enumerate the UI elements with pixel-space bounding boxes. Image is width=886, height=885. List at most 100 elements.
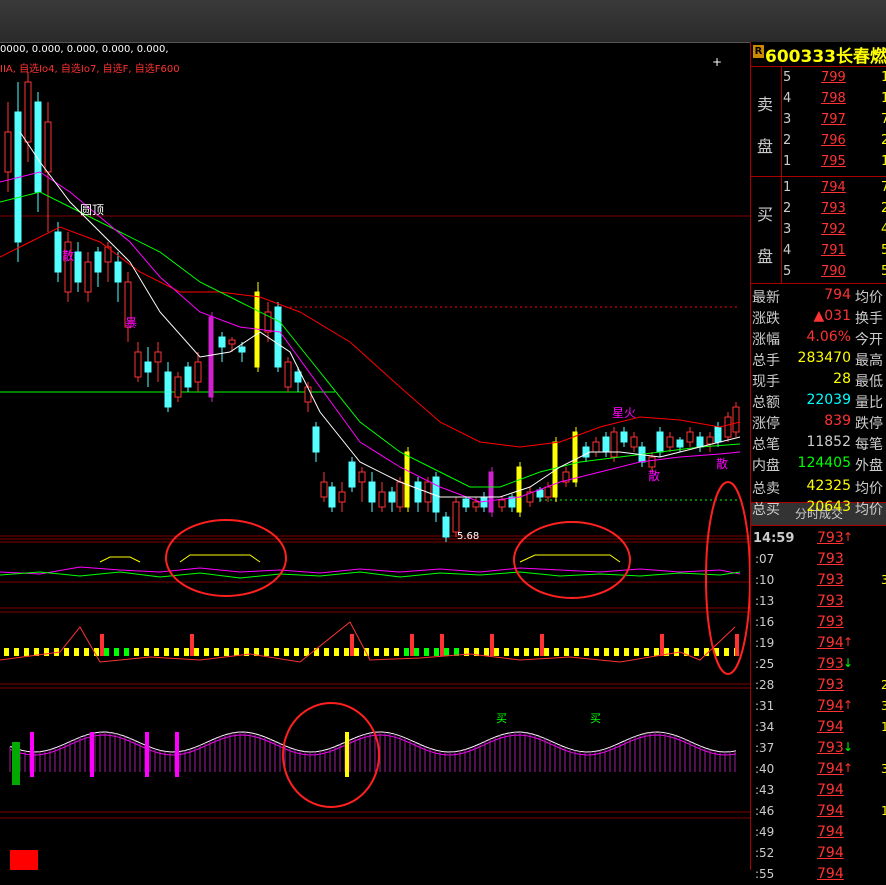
sell-level-1[interactable]: 1 795 18 <box>783 152 886 173</box>
level-volume: 5 <box>881 243 886 258</box>
sell-label-1: 卖 <box>757 95 774 114</box>
tick-arrow-icon: ↑ <box>843 635 854 649</box>
candle-body <box>338 491 346 503</box>
sub2-bar <box>224 648 229 656</box>
tick-row[interactable]: :19 794 ↑ <box>751 633 886 654</box>
sub2-bar <box>524 648 529 656</box>
tick-arrow-icon: ↑ <box>843 530 854 544</box>
tick-row[interactable]: :52 794 <box>751 843 886 864</box>
stat-value: ▲031 <box>813 308 852 324</box>
stat-label-2: 今开 <box>855 332 883 348</box>
stat-value: 22039 <box>806 392 851 408</box>
tick-row[interactable]: :34 794 1 <box>751 717 886 738</box>
highlight-circle <box>165 519 287 597</box>
candle-body <box>154 351 162 363</box>
tick-row[interactable]: 14:59 793 ↑ <box>751 528 886 549</box>
level-price[interactable]: 794 <box>821 180 846 195</box>
sub2-bar <box>194 648 199 656</box>
kline-chart[interactable]: 0000, 0.000, 0.000, 0.000, 0.000, IIA, 自… <box>0 42 750 870</box>
buy-level-1[interactable]: 1 794 7 <box>783 178 886 199</box>
tick-price: 793 <box>817 656 844 672</box>
sub2-bar <box>624 648 629 656</box>
tick-row[interactable]: :43 794 <box>751 780 886 801</box>
tick-price: 794 <box>817 782 844 798</box>
level-no: 3 <box>783 112 792 127</box>
kline-chart-area[interactable]: 0000, 0.000, 0.000, 0.000, 0.000, IIA, 自… <box>0 42 750 870</box>
buy-level-5[interactable]: 5 790 5 <box>783 262 886 283</box>
sub1-line-b <box>0 571 741 579</box>
stat-label: 涨幅 <box>752 332 780 348</box>
stat-value: 839 <box>824 413 851 429</box>
tick-price: 794 <box>817 845 844 861</box>
sell-level-4[interactable]: 4 798 10 <box>783 89 886 110</box>
level-price[interactable]: 793 <box>821 201 846 216</box>
sell-side-label: 卖 盘 <box>751 67 782 176</box>
candle-body <box>706 436 714 445</box>
level-no: 2 <box>783 133 792 148</box>
buy-level-2[interactable]: 2 793 2 <box>783 199 886 220</box>
tick-row[interactable]: :28 793 2 <box>751 675 886 696</box>
level-price[interactable]: 796 <box>821 133 846 148</box>
stat-value: 11852 <box>806 434 851 450</box>
level-price[interactable]: 799 <box>821 70 846 85</box>
sub2-bar <box>264 648 269 656</box>
tick-row[interactable]: :16 793 <box>751 612 886 633</box>
sub2-bar <box>554 648 559 656</box>
tick-row[interactable]: :55 794 <box>751 864 886 885</box>
sell-level-3[interactable]: 3 797 7 <box>783 110 886 131</box>
sub2-bar <box>44 648 49 656</box>
round-top-label: 圆顶 <box>80 203 104 217</box>
tick-row[interactable]: :46 794 1 <box>751 801 886 822</box>
tick-row[interactable]: :25 793 ↓ <box>751 654 886 675</box>
sell-level-5[interactable]: 5 799 18 <box>783 68 886 89</box>
sub2-bar <box>344 648 349 656</box>
sub2-bar <box>564 648 569 656</box>
tick-count: 3 <box>881 699 886 713</box>
candle-body <box>630 436 638 448</box>
stat-row: 总额 22039 量比 <box>751 391 886 412</box>
sub2-bar <box>614 648 619 656</box>
tick-time: :46 <box>755 804 775 818</box>
tick-row[interactable]: :40 794 ↑ 3 <box>751 759 886 780</box>
stock-name: 长春燃气 <box>835 47 886 67</box>
sub3-green-block <box>12 742 20 785</box>
level-price[interactable]: 790 <box>821 264 846 279</box>
stat-label-2: 跌停 <box>855 416 883 432</box>
buy-label-2: 盘 <box>757 247 774 266</box>
level-price[interactable]: 795 <box>821 154 846 169</box>
tick-row[interactable]: :49 794 <box>751 822 886 843</box>
level-no: 5 <box>783 70 792 85</box>
candle-body <box>592 441 600 453</box>
tick-time: :16 <box>755 615 775 629</box>
sell-label-2: 盘 <box>757 137 774 156</box>
tick-row[interactable]: :07 793 <box>751 549 886 570</box>
level-volume: 18 <box>881 154 886 169</box>
buy-level-3[interactable]: 3 792 4 <box>783 220 886 241</box>
candle-body <box>536 489 544 498</box>
tick-row[interactable]: :10 793 3 <box>751 570 886 591</box>
buy-level-4[interactable]: 4 791 5 <box>783 241 886 262</box>
sell-level-2[interactable]: 2 796 23 <box>783 131 886 152</box>
level-price[interactable]: 797 <box>821 112 846 127</box>
tick-row[interactable]: :37 793 ↓ <box>751 738 886 759</box>
stock-header: R 600333长春燃气 <box>751 42 886 67</box>
candle-body <box>404 451 410 508</box>
stat-value: 42325 <box>806 478 851 494</box>
tick-time: :19 <box>755 636 775 650</box>
tick-price: 793 <box>817 614 844 630</box>
sub2-spike <box>350 634 354 656</box>
tick-row[interactable]: :31 794 ↑ 3 <box>751 696 886 717</box>
tick-row[interactable]: :13 793 <box>751 591 886 612</box>
candle-body <box>284 361 292 388</box>
level-price[interactable]: 791 <box>821 243 846 258</box>
level-price[interactable]: 798 <box>821 91 846 106</box>
sub2-bar <box>384 648 389 656</box>
stat-label: 总卖 <box>752 481 780 497</box>
stat-label-2: 均价 <box>855 502 883 518</box>
sub2-bar <box>144 648 149 656</box>
level-price[interactable]: 792 <box>821 222 846 237</box>
level-no: 3 <box>783 222 792 237</box>
stat-row: 内盘 124405 外盘 <box>751 454 886 475</box>
sub2-bar <box>514 648 519 656</box>
level-no: 4 <box>783 243 792 258</box>
